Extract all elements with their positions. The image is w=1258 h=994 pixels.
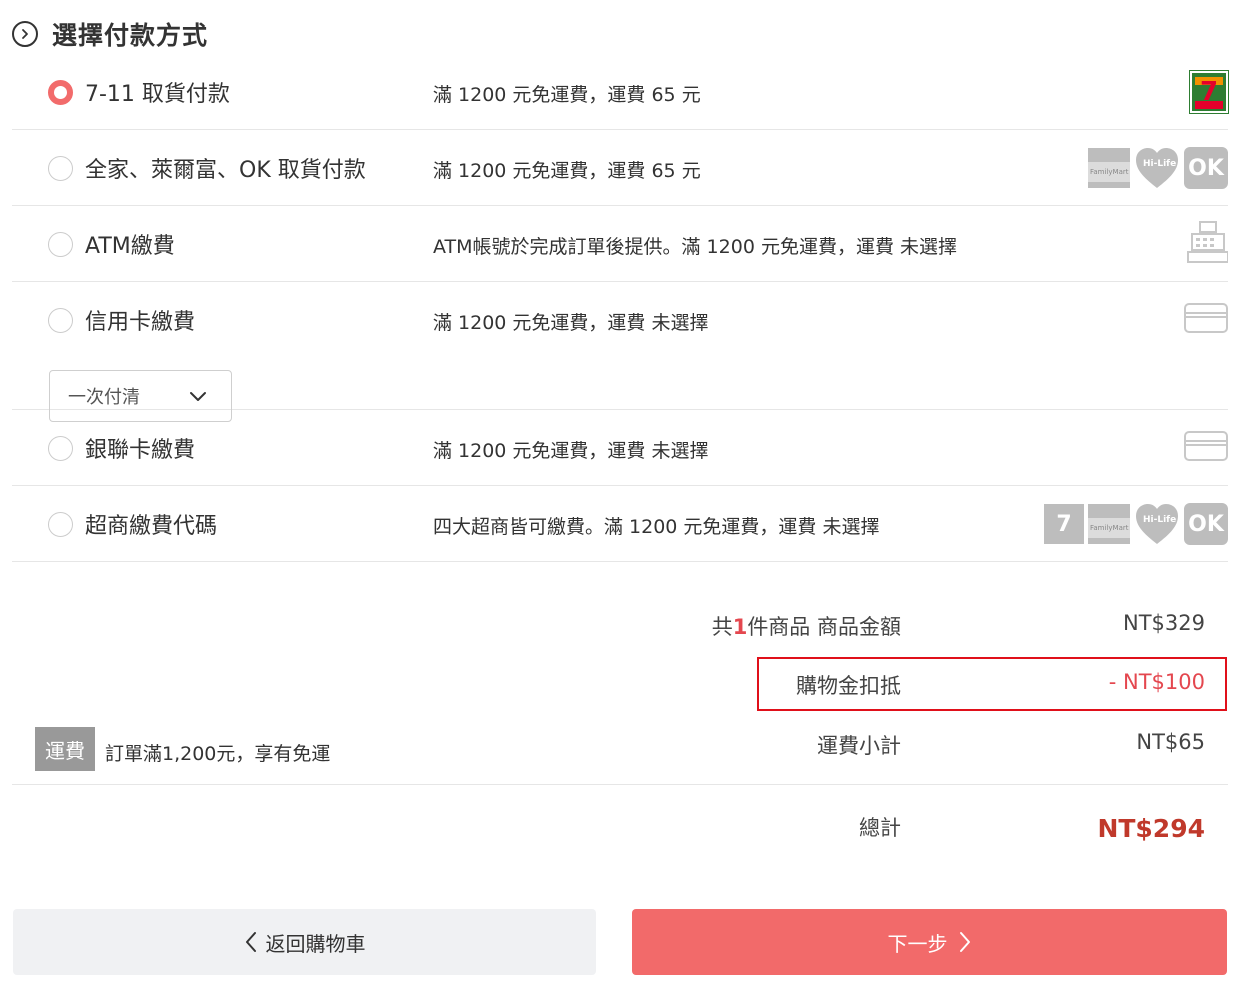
radio-unionpay[interactable] xyxy=(48,436,73,461)
ok-logo-text: OK xyxy=(1188,155,1224,181)
payment-name: 7-11 取貨付款 xyxy=(85,82,230,107)
free-shipping-note: 運費 訂單滿1,200元，享有免運 xyxy=(35,727,330,771)
payment-option-convenience-code[interactable]: 超商繳費代碼 四大超商皆可繳費。滿 1200 元免運費，運費 未選擇 7 Fam… xyxy=(12,486,1228,562)
chevron-left-icon xyxy=(244,930,258,954)
payment-name: 超商繳費代碼 xyxy=(85,514,218,539)
chevron-down-icon xyxy=(189,388,207,407)
shipping-note-text: 訂單滿1,200元，享有免運 xyxy=(105,742,331,765)
payment-method-list: 7-11 取貨付款 滿 1200 元免運費，運費 65 元 7 全家、萊爾富、O… xyxy=(12,54,1229,562)
chevron-right-circle-icon[interactable] xyxy=(12,21,38,47)
ok-logo-icon: OK xyxy=(1184,503,1228,545)
payment-option-atm[interactable]: ATM繳費 ATM帳號於完成訂單後提供。滿 1200 元免運費，運費 未選擇 xyxy=(12,206,1229,282)
radio-convenience-code[interactable] xyxy=(48,512,73,537)
items-suffix: 件商品 商品金額 xyxy=(747,615,901,639)
payment-section-header: 選擇付款方式 xyxy=(12,18,208,50)
seven-logo-text: 7 xyxy=(1199,77,1219,107)
items-count: 1 xyxy=(732,615,748,639)
shipping-label: 運費小計 xyxy=(817,734,901,758)
shipping-badge: 運費 xyxy=(35,727,95,771)
hilife-logo-icon: Hi-Life xyxy=(1134,502,1180,546)
familymart-logo-icon: FamilyMart xyxy=(1088,504,1130,544)
subtotal-label: 共1件商品 商品金額 xyxy=(712,611,901,641)
cash-register-icon xyxy=(1186,220,1229,268)
payment-name: 信用卡繳費 xyxy=(85,310,196,335)
payment-option-711[interactable]: 7-11 取貨付款 滿 1200 元免運費，運費 65 元 7 xyxy=(12,54,1229,130)
payment-logos xyxy=(1184,425,1228,471)
summary-divider xyxy=(12,784,1228,785)
credit-label: 購物金扣抵 xyxy=(796,674,901,698)
payment-desc: 滿 1200 元免運費，運費 未選擇 xyxy=(433,312,709,334)
hilife-logo-text: Hi-Life xyxy=(1143,515,1177,525)
back-to-cart-button[interactable]: 返回購物車 xyxy=(13,909,596,975)
radio-atm[interactable] xyxy=(48,232,73,257)
payment-desc: 滿 1200 元免運費，運費 65 元 xyxy=(433,84,701,106)
chevron-right-icon xyxy=(958,930,972,954)
subtotal-value: NT$329 xyxy=(1123,611,1205,635)
shipping-value: NT$65 xyxy=(1136,730,1205,754)
payment-name: 全家、萊爾富、OK 取貨付款 xyxy=(85,158,366,183)
payment-option-familymart-hilife-ok[interactable]: 全家、萊爾富、OK 取貨付款 滿 1200 元免運費，運費 65 元 Famil… xyxy=(12,130,1228,206)
credit-card-icon xyxy=(1184,431,1228,465)
summary-shipping-row: 運費小計 NT$65 xyxy=(727,724,1227,764)
payment-option-credit-card[interactable]: 信用卡繳費 滿 1200 元免運費，運費 未選擇 一次付清 xyxy=(12,282,1228,422)
credit-value: - NT$100 xyxy=(1108,670,1205,694)
payment-logos: 7 xyxy=(1189,69,1229,115)
summary-credit-row: 購物金扣抵 - NT$100 xyxy=(727,664,1227,704)
payment-desc: 滿 1200 元免運費，運費 65 元 xyxy=(433,160,701,182)
payment-logos xyxy=(1184,297,1228,343)
hilife-logo-icon: Hi-Life xyxy=(1134,146,1180,190)
radio-credit-card[interactable] xyxy=(48,308,73,333)
ok-logo-icon: OK xyxy=(1184,147,1228,189)
payment-desc: ATM帳號於完成訂單後提供。滿 1200 元免運費，運費 未選擇 xyxy=(433,236,957,258)
familymart-logo-text: FamilyMart xyxy=(1090,168,1129,176)
familymart-logo-text: FamilyMart xyxy=(1090,524,1129,532)
hilife-logo-text: Hi-Life xyxy=(1143,159,1177,169)
total-label: 總計 xyxy=(859,816,901,840)
payment-name: ATM繳費 xyxy=(85,234,175,259)
payment-desc: 滿 1200 元免運費，運費 未選擇 xyxy=(433,440,709,462)
section-title: 選擇付款方式 xyxy=(52,21,209,50)
radio-711[interactable] xyxy=(48,80,73,105)
seven-eleven-logo-icon: 7 xyxy=(1189,70,1229,114)
familymart-logo-icon: FamilyMart xyxy=(1088,148,1130,188)
payment-logos: FamilyMart Hi-Life OK xyxy=(1088,145,1228,191)
items-prefix: 共 xyxy=(711,615,733,639)
seven-eleven-logo-icon: 7 xyxy=(1044,504,1084,544)
seven-logo-text: 7 xyxy=(1056,511,1072,537)
installment-value: 一次付清 xyxy=(68,387,140,408)
summary-subtotal-row: 共1件商品 商品金額 NT$329 xyxy=(712,605,1227,645)
back-button-label: 返回購物車 xyxy=(265,931,366,956)
summary-total-row: 總計 NT$294 xyxy=(727,806,1227,846)
payment-name: 銀聯卡繳費 xyxy=(85,438,196,463)
total-value: NT$294 xyxy=(1097,814,1205,843)
radio-familymart[interactable] xyxy=(48,156,73,181)
next-button-label: 下一步 xyxy=(887,931,948,956)
credit-card-icon xyxy=(1184,303,1228,337)
payment-logos: 7 FamilyMart Hi-Life OK xyxy=(1044,501,1228,547)
ok-logo-text: OK xyxy=(1188,511,1224,537)
payment-logos xyxy=(1186,220,1229,268)
next-step-button[interactable]: 下一步 xyxy=(632,909,1227,975)
payment-option-unionpay[interactable]: 銀聯卡繳費 滿 1200 元免運費，運費 未選擇 xyxy=(12,410,1228,486)
payment-desc: 四大超商皆可繳費。滿 1200 元免運費，運費 未選擇 xyxy=(433,516,880,538)
